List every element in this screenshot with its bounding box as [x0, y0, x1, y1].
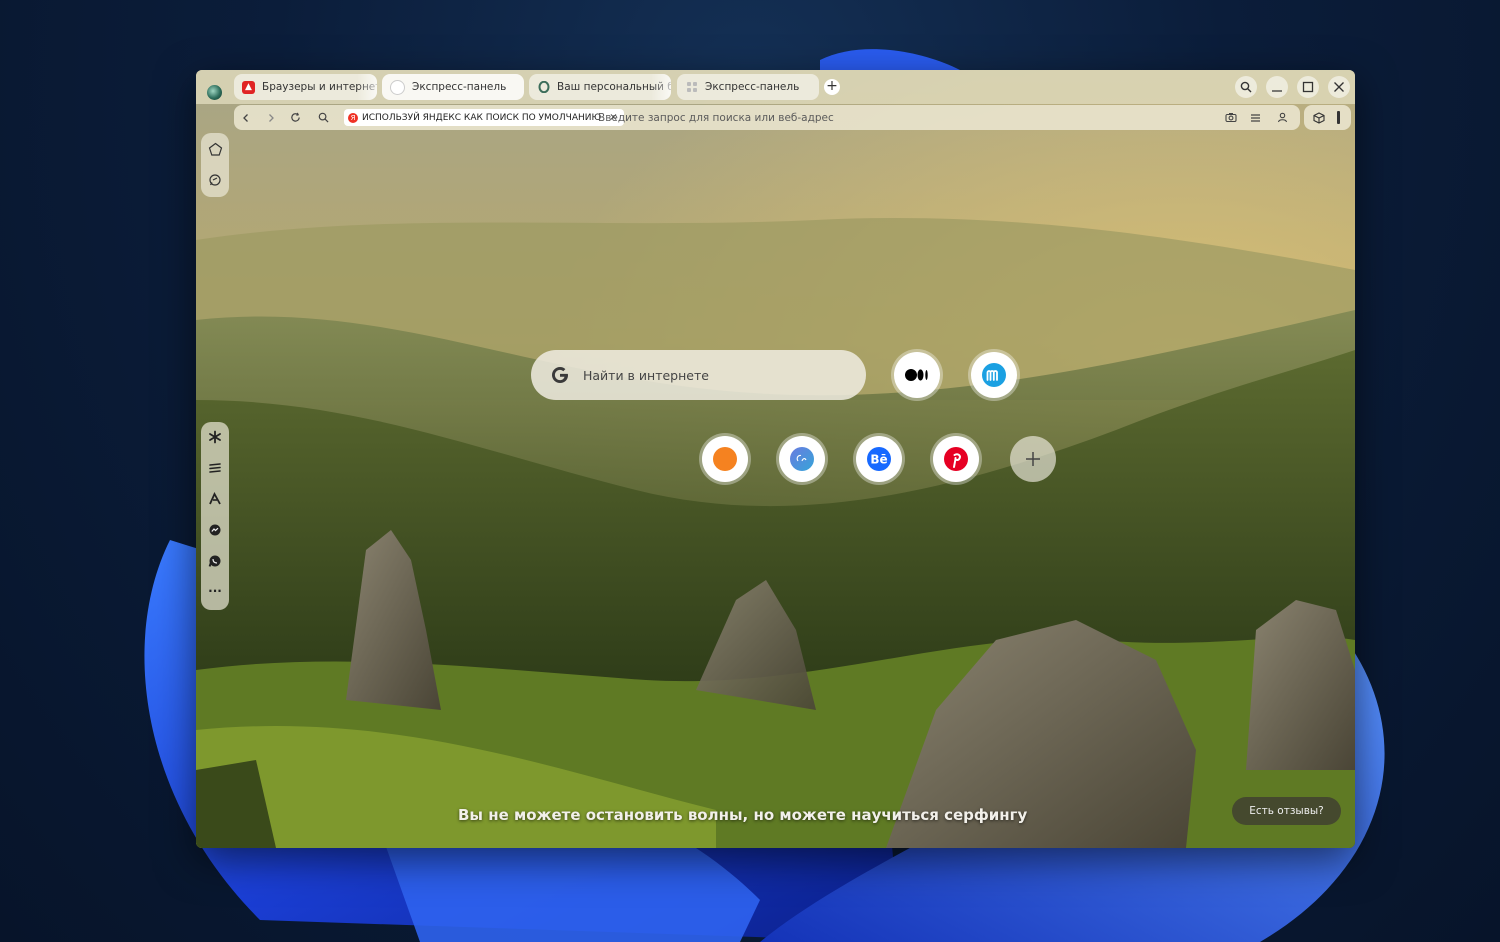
- snowflake-icon: [209, 430, 221, 444]
- home-pentagon-icon: [208, 142, 222, 156]
- orange-circle-icon: [713, 447, 737, 471]
- wallpaper-quote: Вы не можете остановить волны, но можете…: [458, 806, 1028, 824]
- address-bar: Я ИСПОЛЬЗУЙ ЯНДЕКС КАК ПОИСК ПО УМОЛЧАНИ…: [234, 105, 1300, 130]
- behance-icon: Bē: [867, 447, 891, 471]
- yandex-icon: Я: [348, 112, 358, 123]
- sidebar-apps-group: ···: [201, 422, 229, 610]
- speed-dial-m-site[interactable]: [971, 352, 1017, 398]
- speed-dial-medium[interactable]: [894, 352, 940, 398]
- tab-speed-dial[interactable]: Экспресс-панель: [677, 74, 819, 100]
- promo-text: ИСПОЛЬЗУЙ ЯНДЕКС КАК ПОИСК ПО УМОЛЧАНИЮ: [362, 112, 602, 123]
- address-input[interactable]: [598, 109, 1198, 126]
- tab-title: Экспресс-панель: [412, 81, 507, 93]
- maximize-button[interactable]: [1297, 76, 1319, 98]
- browser-window: ▲ Браузеры и интернет. C Экспресс-панель…: [196, 70, 1355, 848]
- chat-bubble-icon: [209, 174, 221, 186]
- browser-logo-icon[interactable]: [207, 85, 222, 100]
- snapshot-button[interactable]: [1222, 109, 1239, 126]
- red-square-favicon: ▲: [242, 80, 255, 94]
- back-button[interactable]: [237, 109, 254, 126]
- pinterest-icon: [944, 447, 968, 471]
- forward-button[interactable]: [262, 109, 279, 126]
- sidebar-item-messenger[interactable]: [206, 521, 224, 539]
- add-speed-dial-button[interactable]: [1010, 436, 1056, 482]
- new-tab-button[interactable]: +: [824, 79, 840, 95]
- canva-icon: [790, 447, 814, 471]
- tab-browsers[interactable]: ▲ Браузеры и интернет. C: [234, 74, 377, 100]
- maximize-icon: [1302, 81, 1314, 93]
- tab-speed-dial-active[interactable]: Экспресс-панель: [382, 74, 524, 100]
- sidebar-top-group: [201, 133, 229, 197]
- tab-personal-browser[interactable]: Ваш персональный бра: [529, 74, 671, 100]
- speed-dial-orange[interactable]: [702, 436, 748, 482]
- search-placeholder: Найти в интернете: [583, 367, 709, 383]
- whatsapp-icon: [208, 555, 221, 567]
- opera-favicon: [537, 81, 550, 94]
- search-icon: [1240, 81, 1252, 93]
- back-arrow-icon: [242, 113, 248, 122]
- speed-dial-favicon: [685, 81, 698, 94]
- medium-icon: [905, 369, 928, 381]
- behance-label: Bē: [870, 453, 887, 467]
- camera-icon: [1224, 113, 1237, 123]
- tab-title: Экспресс-панель: [705, 81, 800, 93]
- messenger-icon: [209, 524, 221, 536]
- extensions-area: [1304, 105, 1351, 130]
- user-icon: [1277, 112, 1288, 123]
- search-button[interactable]: [315, 109, 332, 126]
- search-tabs-button[interactable]: [1235, 76, 1257, 98]
- close-icon: [1334, 82, 1344, 92]
- speed-dial-behance[interactable]: Bē: [856, 436, 902, 482]
- sidebar-item-ai[interactable]: [206, 171, 224, 189]
- cube-icon: [1312, 111, 1325, 124]
- google-g-icon: [552, 367, 568, 383]
- profile-button[interactable]: [1274, 109, 1291, 126]
- yandex-promo-chip[interactable]: Я ИСПОЛЬЗУЙ ЯНДЕКС КАК ПОИСК ПО УМОЛЧАНИ…: [344, 109, 624, 126]
- sidebar-toggle-icon[interactable]: [1337, 111, 1340, 124]
- speed-dial-favicon: [390, 79, 405, 95]
- speed-dial-canva[interactable]: [779, 436, 825, 482]
- layers-icon: [209, 463, 221, 473]
- m-logo-icon: [982, 363, 1006, 387]
- reload-icon: [291, 112, 300, 122]
- tab-bar: ▲ Браузеры и интернет. C Экспресс-панель…: [196, 70, 1355, 104]
- web-search-box[interactable]: Найти в интернете: [531, 350, 866, 400]
- minimize-icon: [1272, 90, 1282, 92]
- minimize-button[interactable]: [1266, 76, 1288, 98]
- close-window-button[interactable]: [1328, 76, 1350, 98]
- sidebar-item-stack[interactable]: [206, 459, 224, 477]
- sidebar-item-home[interactable]: [206, 140, 224, 158]
- sidebar-item-snowflake[interactable]: [206, 428, 224, 446]
- sidebar-item-aria[interactable]: [206, 490, 224, 508]
- speed-dial-pinterest[interactable]: [933, 436, 979, 482]
- feedback-button[interactable]: Есть отзывы?: [1232, 797, 1341, 825]
- more-icon[interactable]: ···: [206, 582, 224, 600]
- aria-a-icon: [209, 492, 221, 505]
- reload-button[interactable]: [287, 109, 304, 126]
- easy-setup-button[interactable]: [1247, 109, 1264, 126]
- menu-lines-icon: [1251, 113, 1260, 122]
- landscape-background: [196, 70, 1355, 848]
- extensions-button[interactable]: [1310, 109, 1327, 126]
- forward-arrow-icon: [268, 113, 274, 122]
- plus-icon: [1026, 452, 1040, 466]
- search-icon: [318, 112, 329, 123]
- sidebar-item-whatsapp[interactable]: [206, 552, 224, 570]
